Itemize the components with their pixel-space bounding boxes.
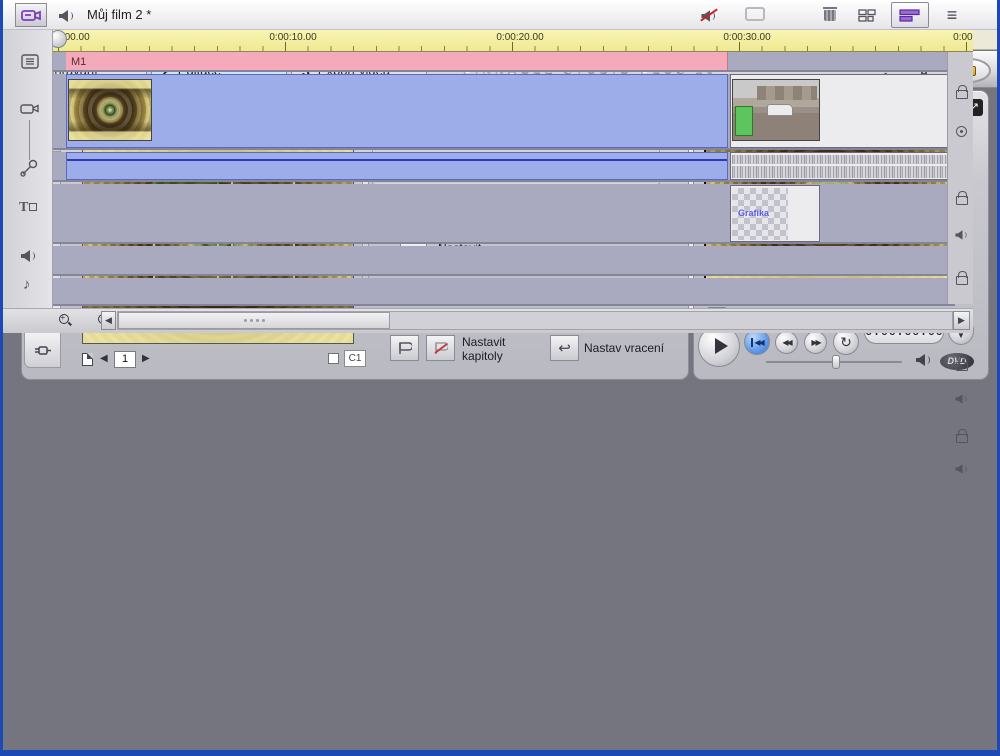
grip-dot [244, 319, 247, 322]
set-chapters-label: Nastavit kapitoly [462, 335, 532, 363]
fast-forward-button[interactable]: ▶▶ [804, 331, 827, 354]
set-return-button[interactable]: ↩ [550, 335, 579, 361]
waveform-left [732, 155, 953, 164]
chapter-tag: C1 [344, 350, 366, 367]
sound-effects-track [53, 246, 955, 276]
ruler-label-30s: 0:00:30.00 [707, 32, 787, 43]
audio-track-lock-icon[interactable] [956, 191, 966, 203]
street-video-clip[interactable] [730, 74, 955, 148]
ruler-major-ticks [58, 42, 973, 51]
menu-marker-clip[interactable]: M1 [66, 52, 728, 70]
ruler-label-20s: 0:00:20.00 [480, 32, 560, 43]
timeline-title: Můj film 2 * [87, 7, 151, 22]
audio-scrub-muted-icon[interactable] [701, 10, 715, 22]
video-track-lock-icon[interactable] [956, 85, 966, 97]
title-track: Grafika [53, 184, 955, 244]
title-track-icon[interactable]: T [19, 200, 37, 216]
street-buildings [757, 86, 817, 100]
title-clip[interactable]: Grafika [730, 185, 820, 242]
grip-dot [262, 319, 265, 322]
text-view-icon: ≡ [947, 5, 958, 26]
menu-video-clip[interactable] [66, 74, 728, 148]
chapter-flag-checkbox[interactable] [328, 353, 339, 364]
loop-icon: ↻ [840, 334, 852, 351]
menu-track: M1 [53, 52, 955, 72]
timeline-scrollbar-thumb[interactable] [118, 312, 390, 329]
title-clip-thumbnail: Grafika [732, 188, 788, 240]
street-clip-thumbnail [732, 79, 820, 141]
camcorder-icon [20, 7, 42, 23]
waveform-right [732, 166, 953, 178]
scroll-left-button[interactable]: ◀ [101, 311, 116, 330]
track-lock-column [947, 52, 973, 304]
clear-chapter-button[interactable] [426, 335, 455, 361]
video-audio-link-line [29, 120, 30, 160]
original-audio-track-icon[interactable] [19, 158, 39, 178]
play-icon [715, 338, 728, 354]
storyboard-view-button[interactable] [849, 2, 887, 28]
timeline-scroll-row: + − ◀ ▶ [3, 308, 973, 333]
audio-track-mute-icon[interactable] [955, 230, 966, 240]
ruler-label-40s: 0:00:40.0 [934, 32, 973, 43]
page-next-icon[interactable]: ▶ [142, 353, 150, 364]
volume-slider-handle[interactable] [832, 355, 840, 369]
delete-clip-icon[interactable] [824, 7, 836, 21]
rewind-button[interactable]: ◀◀ [775, 331, 798, 354]
video-track [53, 74, 955, 150]
street-audio-clip[interactable] [730, 152, 955, 180]
title-clip-text: Grafika [738, 208, 769, 218]
fast-forward-icon: ▶▶ [811, 338, 819, 347]
menu-audio-clip[interactable] [66, 152, 728, 180]
title-box [29, 203, 37, 211]
title-track-lock-icon[interactable] [956, 271, 966, 283]
mute-slash [701, 8, 719, 21]
plug-icon [33, 343, 53, 358]
audio-volume-line[interactable] [67, 159, 727, 161]
audio-track [53, 152, 955, 182]
chapter-flag-icon [398, 342, 412, 355]
set-chapter-button[interactable] [390, 335, 419, 361]
video-track-visibility-icon[interactable] [956, 126, 967, 137]
rewind-icon: ◀◀ [782, 338, 790, 347]
page-number: 1 [114, 351, 136, 368]
chapter-flag-remove-icon [434, 342, 448, 355]
video-track-icon[interactable] [19, 100, 41, 116]
grip-dot [250, 319, 253, 322]
page-prev-icon[interactable]: ◀ [100, 353, 108, 364]
storyboard-view-icon [858, 9, 878, 22]
timeline-ruler[interactable]: 0:00:00.00 0:00:10.00 0:00:20.00 0:00:30… [53, 30, 973, 52]
audio-toolbox-icon[interactable] [59, 10, 73, 22]
scroll-right-button[interactable]: ▶ [953, 311, 970, 330]
menu-clip-thumbnail [68, 79, 152, 141]
text-view-button[interactable]: ≡ [933, 2, 971, 28]
music-track [53, 278, 955, 306]
page-icon [82, 353, 93, 366]
timeline-view-button[interactable] [891, 2, 929, 28]
menu-marker-label: M1 [71, 56, 86, 68]
timeline-view-icon [899, 9, 921, 22]
street-green-sign [735, 106, 753, 136]
return-arrow-icon: ↩ [558, 339, 571, 357]
zoom-in-icon[interactable]: + [59, 314, 72, 327]
timeline-toolbar: Můj film 2 * ≡ [3, 0, 973, 30]
grip-dot [256, 319, 259, 322]
timeline-panel: Můj film 2 * ≡ [3, 0, 973, 333]
razorblade-icon[interactable] [745, 7, 765, 21]
go-to-start-icon: ◀◀ [751, 338, 762, 347]
toolbox-camcorder-button[interactable] [15, 3, 47, 27]
volume-speaker-icon[interactable] [916, 354, 930, 366]
application-window: 10 Pinnacle Studio Plus - Můj film 2.stx… [0, 0, 1000, 756]
street-white-car [767, 104, 793, 116]
set-return-label: Nastav vracení [584, 341, 664, 355]
ruler-label-10s: 0:00:10.00 [253, 32, 333, 43]
menu-track-icon[interactable] [21, 54, 39, 69]
music-track-icon[interactable]: ♪ [23, 276, 31, 293]
sound-effects-track-icon[interactable] [21, 250, 35, 262]
tool-effects[interactable] [24, 332, 61, 368]
